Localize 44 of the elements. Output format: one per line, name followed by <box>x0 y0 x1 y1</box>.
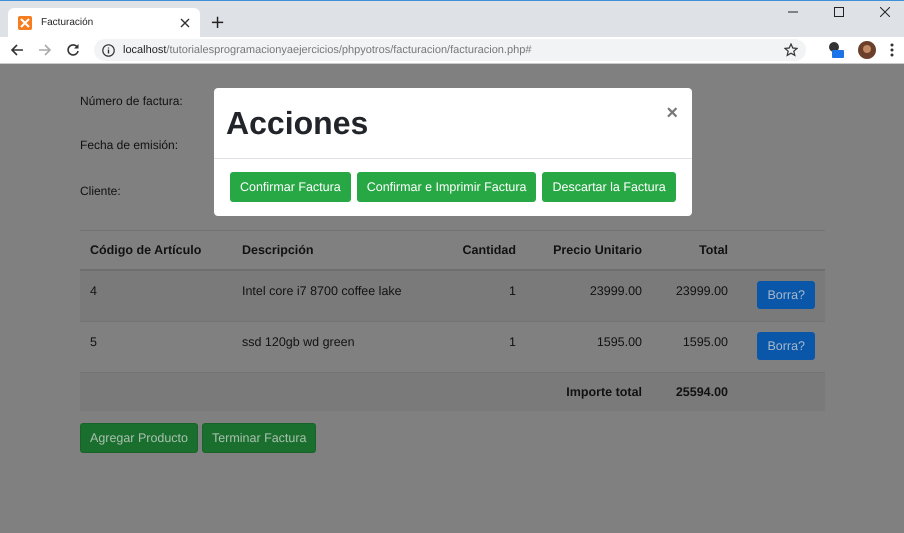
table-cell-text: 4 <box>89 283 98 298</box>
star-icon[interactable] <box>784 43 798 57</box>
field-label: Cliente: <box>80 183 121 200</box>
close-icon[interactable] <box>180 18 190 28</box>
action-button[interactable]: Terminar Factura <box>202 423 316 453</box>
table-cell-text: Intel core i7 8700 coffee lake <box>241 283 403 298</box>
address-field[interactable]: localhost/tutorialesprogramacionyaejercicios/phpyotros/facturacion/facturacion.php# <box>94 39 806 61</box>
column-header: Código de Artículo <box>89 243 202 257</box>
table-cell-text: 23999.00 <box>674 283 728 298</box>
back-arrow-icon[interactable] <box>10 43 24 57</box>
action-button[interactable]: Agregar Producto <box>80 423 198 453</box>
avatar-icon[interactable] <box>858 41 876 59</box>
table-cell-text: 1 <box>508 334 516 349</box>
menu-icon[interactable] <box>890 43 894 57</box>
modal-button[interactable]: Descartar la Factura <box>542 172 676 202</box>
browser-tab[interactable]: Facturación <box>8 8 200 37</box>
close-icon[interactable] <box>880 7 890 17</box>
tab-title: Facturación <box>41 17 94 28</box>
reload-icon[interactable] <box>66 43 80 57</box>
field-label: Fecha de emisión: <box>80 137 178 154</box>
table-cell-text: 23999.00 <box>588 283 642 298</box>
column-header: Descripción <box>241 243 315 257</box>
column-header: Cantidad <box>462 243 516 257</box>
field-label: Número de factura: <box>80 93 183 110</box>
total-label: Importe total <box>565 385 642 399</box>
table-cell-text: 1595.00 <box>682 334 728 349</box>
table-cell-text: 1 <box>508 283 516 298</box>
total-value: 25594.00 <box>674 385 728 399</box>
modal-button[interactable]: Confirmar Factura <box>230 172 351 202</box>
info-icon <box>102 44 115 56</box>
modal-title: Acciones <box>226 104 368 142</box>
table-cell-text: ssd 120gb wd green <box>241 334 356 349</box>
app-logo-icon <box>18 16 32 30</box>
new-tab-button[interactable]: + <box>210 13 226 33</box>
table-cell-text: 1595.00 <box>596 334 642 349</box>
extension-icon[interactable] <box>826 41 844 59</box>
close-button[interactable]: × <box>666 102 678 125</box>
delete-button[interactable]: Borra? <box>757 332 815 360</box>
column-header: Total <box>698 243 728 257</box>
column-header: Precio Unitario <box>552 243 642 257</box>
delete-button[interactable]: Borra? <box>757 281 815 309</box>
modal-button[interactable]: Confirmar e Imprimir Factura <box>356 172 536 202</box>
table-cell-text: 5 <box>89 334 98 349</box>
maximize-icon[interactable] <box>834 7 844 17</box>
